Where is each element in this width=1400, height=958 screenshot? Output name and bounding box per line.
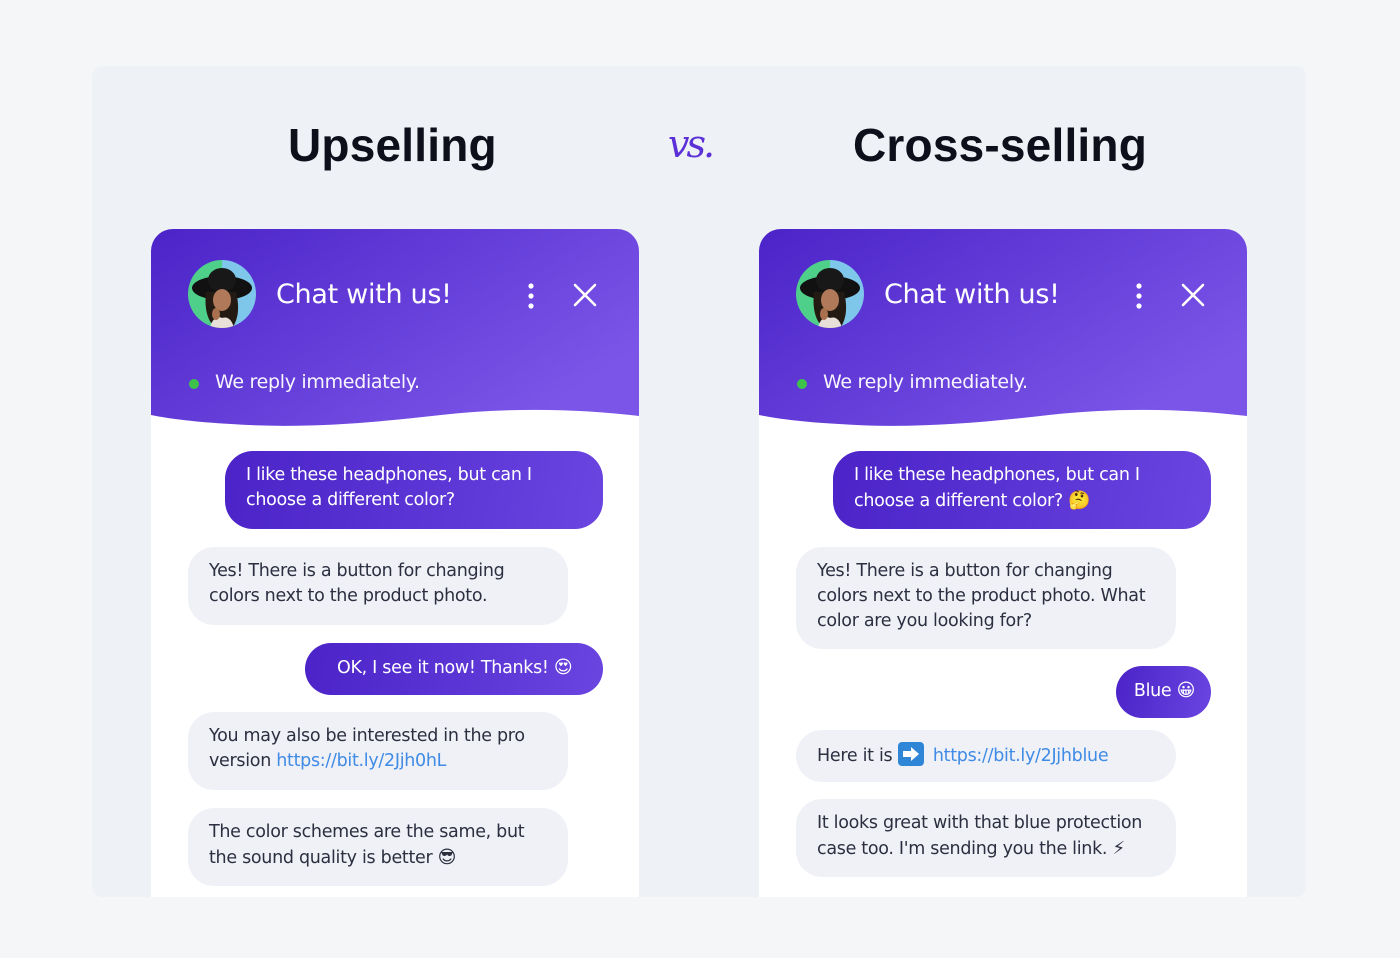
bot-message: Here it is https://bit.ly/2Jjhblue	[796, 730, 1176, 782]
upselling-heading: Upselling	[288, 119, 497, 171]
thinking-emoji-icon: 🤔	[1068, 490, 1091, 511]
online-status-dot	[189, 379, 199, 389]
message-text: Here it is	[817, 746, 893, 766]
message-text: Blue	[1133, 681, 1172, 701]
close-icon[interactable]	[572, 282, 598, 308]
bot-message: Yes! There is a button for changing colo…	[188, 547, 568, 625]
user-message: I like these headphones, but can I choos…	[833, 451, 1211, 529]
status-text: We reply immediately.	[215, 371, 420, 393]
product-link[interactable]: https://bit.ly/2Jjhblue	[933, 746, 1109, 766]
pro-version-link[interactable]: https://bit.ly/2Jjh0hL	[276, 751, 446, 771]
status-text: We reply immediately.	[823, 371, 1028, 393]
chat-header: Chat with us! We reply immediately.	[759, 229, 1247, 429]
right-arrow-icon	[897, 742, 924, 766]
grinning-emoji-icon: 😀	[1176, 680, 1196, 701]
close-icon[interactable]	[1180, 282, 1206, 308]
chat-header: Chat with us! We reply immediately.	[151, 229, 639, 429]
page-background-bottom	[0, 897, 1400, 958]
online-status-dot	[797, 379, 807, 389]
bot-message: It looks great with that blue protection…	[796, 799, 1176, 877]
user-message: I like these headphones, but can I choos…	[225, 451, 603, 529]
bot-message: Yes! There is a button for changing colo…	[796, 547, 1176, 649]
header-background	[151, 229, 639, 426]
user-message: Blue 😀	[1116, 666, 1211, 718]
more-vertical-icon[interactable]	[1134, 283, 1144, 309]
header-background	[759, 229, 1247, 426]
bot-message: The color schemes are the same, but the …	[188, 808, 568, 886]
versus-label: vs.	[668, 122, 715, 166]
lightning-emoji-icon: ⚡	[1112, 838, 1125, 859]
chat-title: Chat with us!	[276, 279, 452, 310]
message-text: OK, I see it now! Thanks!	[337, 658, 549, 678]
message-text: It looks great with that blue protection…	[817, 813, 1143, 859]
message-text: The color schemes are the same, but the …	[209, 822, 525, 868]
bot-message: You may also be interested in the pro ve…	[188, 712, 568, 790]
heart-eyes-emoji-icon: 😍	[553, 657, 573, 678]
message-text: Yes! There is a button for changing colo…	[817, 561, 1146, 631]
chat-title: Chat with us!	[884, 279, 1060, 310]
message-text: Yes! There is a button for changing colo…	[209, 561, 505, 606]
upselling-chat-widget: Chat with us! We reply immediately. I li…	[151, 229, 639, 897]
user-message: OK, I see it now! Thanks! 😍	[305, 643, 603, 695]
message-text: I like these headphones, but can I choos…	[854, 465, 1140, 511]
sunglasses-emoji-icon: 😎	[437, 847, 457, 868]
cross-selling-chat-widget: Chat with us! We reply immediately. I li…	[759, 229, 1247, 897]
agent-avatar	[796, 260, 864, 328]
cross-selling-heading: Cross-selling	[853, 119, 1148, 171]
more-vertical-icon[interactable]	[526, 283, 536, 309]
message-text: I like these headphones, but can I choos…	[246, 465, 532, 510]
agent-avatar	[188, 260, 256, 328]
